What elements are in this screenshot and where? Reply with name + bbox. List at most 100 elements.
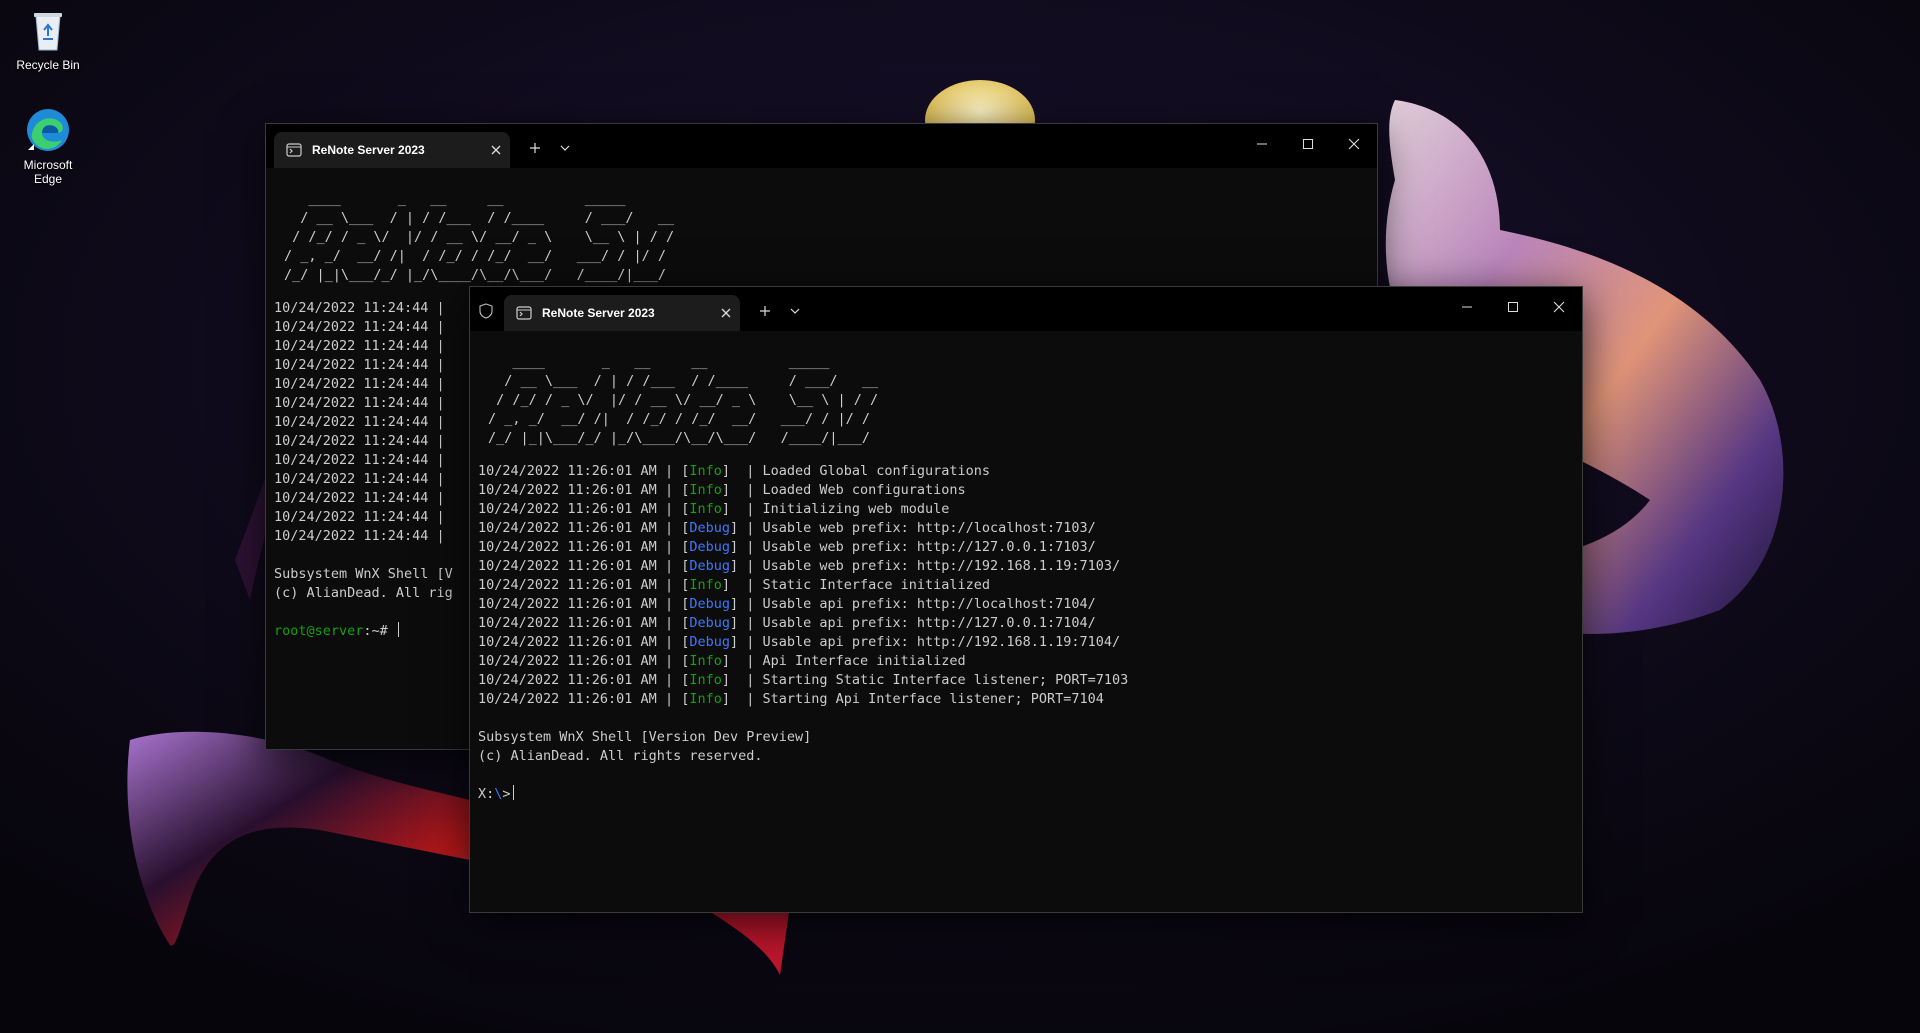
log-line: 10/24/2022 11:26:01 AM | [Info] | Starti… [478, 672, 1129, 688]
plus-icon [760, 306, 770, 316]
log-level-info: Info [689, 691, 722, 707]
close-tab-icon[interactable] [482, 136, 510, 164]
log-timestamp: 10/24/2022 11:26:01 AM [478, 634, 657, 650]
desktop-icon-label: Recycle Bin [16, 58, 80, 72]
log-level-info: Info [689, 672, 722, 688]
minimize-button[interactable] [1239, 124, 1285, 164]
log-line: 10/24/2022 11:26:01 AM | [Info] | Loaded… [478, 463, 991, 479]
chevron-down-icon [790, 308, 800, 314]
banner-line: Subsystem WnX Shell [Version Dev Preview… [478, 729, 812, 745]
log-message: Loaded Global configurations [762, 463, 991, 479]
log-line: 10/24/2022 11:26:01 AM | [Debug] | Usabl… [478, 539, 1096, 555]
maximize-icon [1303, 139, 1313, 149]
close-icon [1348, 138, 1360, 150]
maximize-button[interactable] [1285, 124, 1331, 164]
prompt-path: :~# [363, 623, 396, 639]
edge-icon [24, 106, 72, 154]
terminal-window-front[interactable]: ReNote Server 2023 ____ _ __ __ _____ / … [469, 286, 1583, 913]
log-message: Starting Static Interface listener; PORT… [762, 672, 1129, 688]
close-icon [1553, 301, 1565, 313]
log-timestamp: 10/24/2022 11:26:01 AM [478, 539, 657, 555]
command-prompt[interactable]: X:\> [478, 785, 1574, 804]
log-level-info: Info [689, 463, 722, 479]
log-line: 10/24/2022 11:26:01 AM | [Debug] | Usabl… [478, 615, 1096, 631]
log-line: 10/24/2022 11:26:01 AM | [Info] | Initia… [478, 501, 950, 517]
log-level-debug: Debug [689, 520, 730, 536]
log-timestamp: 10/24/2022 11:26:01 AM [478, 596, 657, 612]
desktop-icon-recycle-bin[interactable]: Recycle Bin [8, 6, 88, 72]
log-line: 10/24/2022 11:26:01 AM | [Debug] | Usabl… [478, 634, 1121, 650]
log-timestamp: 10/24/2022 11:26:01 AM [478, 577, 657, 593]
log-level-info: Info [689, 653, 722, 669]
admin-shield-button [474, 297, 498, 325]
log-message: Api Interface initialized [762, 653, 966, 669]
prompt-end: > [502, 786, 511, 802]
text-cursor [512, 785, 514, 800]
log-message: Usable api prefix: http://192.168.1.19:7… [762, 634, 1121, 650]
tab-renote-server[interactable]: ReNote Server 2023 [274, 132, 510, 168]
log-line: 10/24/2022 11:26:01 AM | [Debug] | Usabl… [478, 520, 1096, 536]
log-level-info: Info [689, 501, 722, 517]
log-level-info: Info [689, 577, 722, 593]
terminal-output[interactable]: ____ _ __ __ _____ / __ \___ / | / /___ … [478, 331, 1574, 912]
tab-dropdown-button[interactable] [780, 297, 810, 325]
log-timestamp: 10/24/2022 11:26:01 AM [478, 615, 657, 631]
desktop-icon-microsoft-edge[interactable]: Microsoft Edge [8, 106, 88, 186]
terminal-icon [286, 142, 302, 158]
log-level-debug: Debug [689, 558, 730, 574]
log-line: 10/24/2022 11:26:01 AM | [Debug] | Usabl… [478, 596, 1096, 612]
maximize-button[interactable] [1490, 287, 1536, 327]
desktop-icon-label: Microsoft Edge [23, 158, 73, 186]
chevron-down-icon [560, 145, 570, 151]
copyright-line: (c) AlianDead. All rights reserved. [478, 748, 763, 764]
minimize-button[interactable] [1444, 287, 1490, 327]
log-level-debug: Debug [689, 615, 730, 631]
title-bar[interactable]: ReNote Server 2023 [266, 124, 1377, 168]
recycle-bin-icon [24, 6, 72, 54]
log-timestamp: 10/24/2022 11:26:01 AM [478, 653, 657, 669]
log-timestamp: 10/24/2022 11:26:01 AM [478, 558, 657, 574]
ascii-logo: ____ _ __ __ _____ / __ \___ / | / /___ … [284, 191, 675, 283]
prompt-user: root@server [274, 623, 364, 639]
log-message: Usable web prefix: http://127.0.0.1:7103… [762, 539, 1096, 555]
log-message: Loaded Web configurations [762, 482, 966, 498]
close-button[interactable] [1331, 124, 1377, 164]
plus-icon [530, 143, 540, 153]
new-tab-button[interactable] [520, 134, 550, 162]
log-level-debug: Debug [689, 596, 730, 612]
log-timestamp: 10/24/2022 11:26:01 AM [478, 520, 657, 536]
log-line: 10/24/2022 11:26:01 AM | [Info] | Static… [478, 577, 991, 593]
log-message: Usable web prefix: http://192.168.1.19:7… [762, 558, 1121, 574]
text-cursor [397, 622, 399, 637]
tab-dropdown-button[interactable] [550, 134, 580, 162]
tab-title: ReNote Server 2023 [312, 143, 425, 157]
log-level-debug: Debug [689, 634, 730, 650]
close-button[interactable] [1536, 287, 1582, 327]
log-line: 10/24/2022 11:26:01 AM | [Info] | Api In… [478, 653, 966, 669]
tab-title: ReNote Server 2023 [542, 306, 655, 320]
log-line: 10/24/2022 11:26:01 AM | [Debug] | Usabl… [478, 558, 1121, 574]
log-timestamp: 10/24/2022 11:26:01 AM [478, 672, 657, 688]
prompt-drive: X: [478, 786, 495, 802]
log-message: Usable web prefix: http://localhost:7103… [762, 520, 1096, 536]
log-timestamp: 10/24/2022 11:26:01 AM [478, 691, 657, 707]
log-timestamp: 10/24/2022 11:26:01 AM [478, 463, 657, 479]
maximize-icon [1508, 302, 1518, 312]
log-message: Initializing web module [762, 501, 950, 517]
minimize-icon [1257, 143, 1267, 145]
terminal-icon [516, 305, 532, 321]
log-message: Usable api prefix: http://127.0.0.1:7104… [762, 615, 1096, 631]
new-tab-button[interactable] [750, 297, 780, 325]
shield-icon [479, 303, 493, 319]
log-message: Static Interface initialized [762, 577, 991, 593]
log-level-debug: Debug [689, 539, 730, 555]
log-message: Usable api prefix: http://localhost:7104… [762, 596, 1096, 612]
log-message: Starting Api Interface listener; PORT=71… [762, 691, 1104, 707]
log-line: 10/24/2022 11:26:01 AM | [Info] | Loaded… [478, 482, 966, 498]
log-line: 10/24/2022 11:26:01 AM | [Info] | Starti… [478, 691, 1104, 707]
ascii-logo: ____ _ __ __ _____ / __ \___ / | / /___ … [488, 354, 879, 446]
close-tab-icon[interactable] [712, 299, 740, 327]
log-timestamp: 10/24/2022 11:26:01 AM [478, 501, 657, 517]
title-bar[interactable]: ReNote Server 2023 [470, 287, 1582, 331]
tab-renote-server[interactable]: ReNote Server 2023 [504, 295, 740, 331]
